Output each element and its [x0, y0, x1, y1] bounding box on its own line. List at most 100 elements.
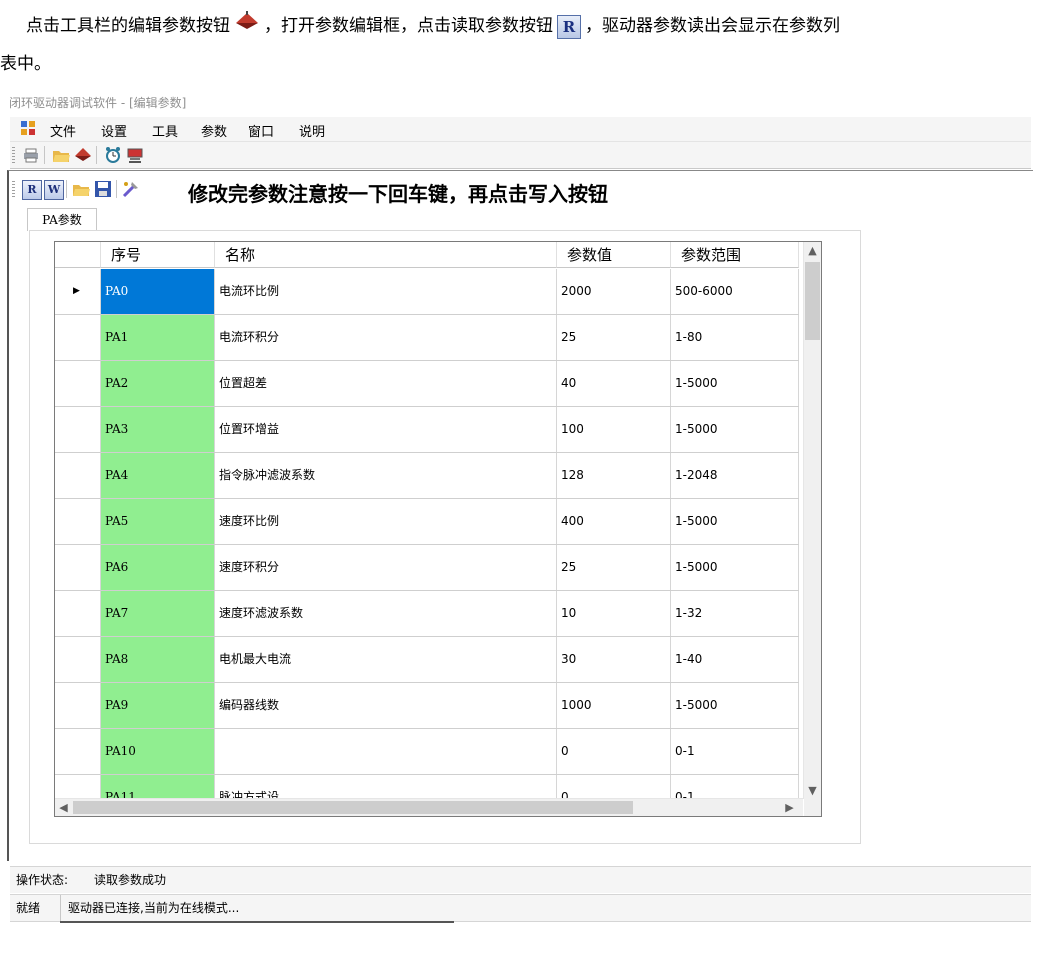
table-row[interactable]: PA7 速度环滤波系数 10 1-32: [55, 591, 799, 637]
toolbar-grip[interactable]: [12, 181, 15, 197]
cell-value[interactable]: 25: [557, 545, 671, 590]
save-icon[interactable]: [94, 180, 112, 198]
cell-id[interactable]: PA10: [101, 729, 215, 774]
cell-range[interactable]: 1-40: [671, 637, 799, 682]
column-header-name[interactable]: 名称: [215, 242, 557, 268]
cell-range[interactable]: 1-80: [671, 315, 799, 360]
cell-range[interactable]: 1-5000: [671, 683, 799, 728]
scroll-left-icon[interactable]: ◀: [55, 801, 72, 814]
write-params-button[interactable]: W: [44, 180, 64, 200]
cell-range[interactable]: 0-1: [671, 729, 799, 774]
row-header[interactable]: [55, 591, 101, 636]
cell-name[interactable]: 速度环滤波系数: [215, 591, 557, 636]
cell-value[interactable]: 128: [557, 453, 671, 498]
params-grid: 序号 名称 参数值 参数范围 ▶ PA0 电流环比例 2000 500-6000 PA1 电…: [54, 241, 822, 817]
cell-value[interactable]: 10: [557, 591, 671, 636]
vertical-scroll-thumb[interactable]: [805, 262, 820, 340]
row-header[interactable]: [55, 499, 101, 544]
row-header[interactable]: [55, 407, 101, 452]
table-row[interactable]: PA2 位置超差 40 1-5000: [55, 361, 799, 407]
cell-value[interactable]: 1000: [557, 683, 671, 728]
cell-name[interactable]: 电流环比例: [215, 269, 557, 314]
cell-range[interactable]: 500-6000: [671, 269, 799, 314]
cell-range[interactable]: 1-5000: [671, 545, 799, 590]
table-row[interactable]: PA1 电流环积分 25 1-80: [55, 315, 799, 361]
scroll-up-icon[interactable]: ▲: [804, 244, 821, 257]
menu-file[interactable]: 文件: [50, 121, 76, 140]
column-header-value[interactable]: 参数值: [557, 242, 671, 268]
row-header[interactable]: [55, 453, 101, 498]
scroll-right-icon[interactable]: ▶: [781, 801, 798, 814]
column-header-range[interactable]: 参数范围: [671, 242, 799, 268]
table-row[interactable]: PA6 速度环积分 25 1-5000: [55, 545, 799, 591]
cell-name[interactable]: 电流环积分: [215, 315, 557, 360]
row-header[interactable]: [55, 683, 101, 728]
menu-params[interactable]: 参数: [201, 121, 227, 140]
cell-range[interactable]: 1-5000: [671, 361, 799, 406]
table-row[interactable]: PA4 指令脉冲滤波系数 128 1-2048: [55, 453, 799, 499]
cell-range[interactable]: 1-2048: [671, 453, 799, 498]
cell-id[interactable]: PA5: [101, 499, 215, 544]
cell-name[interactable]: 编码器线数: [215, 683, 557, 728]
alarm-clock-icon[interactable]: [104, 146, 122, 164]
table-row[interactable]: PA8 电机最大电流 30 1-40: [55, 637, 799, 683]
cell-name[interactable]: 位置超差: [215, 361, 557, 406]
row-header[interactable]: [55, 315, 101, 360]
cell-id[interactable]: PA3: [101, 407, 215, 452]
cell-range[interactable]: 1-5000: [671, 499, 799, 544]
table-row[interactable]: PA10 0 0-1: [55, 729, 799, 775]
cell-value[interactable]: 100: [557, 407, 671, 452]
row-header[interactable]: ▶: [55, 269, 101, 314]
cell-value[interactable]: 30: [557, 637, 671, 682]
cell-name[interactable]: 速度环积分: [215, 545, 557, 590]
horizontal-scroll-thumb[interactable]: [73, 801, 633, 814]
cell-id[interactable]: PA2: [101, 361, 215, 406]
cell-id[interactable]: PA8: [101, 637, 215, 682]
column-header-id[interactable]: 序号: [101, 242, 215, 268]
table-row[interactable]: ▶ PA0 电流环比例 2000 500-6000: [55, 269, 799, 315]
open-folder-icon[interactable]: [72, 180, 90, 198]
cell-name[interactable]: 电机最大电流: [215, 637, 557, 682]
cell-name[interactable]: 位置环增益: [215, 407, 557, 452]
vertical-scrollbar[interactable]: ▲ ▼: [803, 242, 821, 799]
tab-pa-params[interactable]: PA参数: [27, 208, 97, 231]
read-params-icon: R: [557, 14, 581, 39]
cell-name[interactable]: 速度环比例: [215, 499, 557, 544]
menu-settings[interactable]: 设置: [101, 121, 127, 140]
cell-value[interactable]: 25: [557, 315, 671, 360]
cell-id[interactable]: PA4: [101, 453, 215, 498]
read-params-button[interactable]: R: [22, 180, 42, 200]
scroll-down-icon[interactable]: ▼: [804, 784, 821, 797]
cell-name[interactable]: [215, 729, 557, 774]
cell-value[interactable]: 2000: [557, 269, 671, 314]
cell-id[interactable]: PA6: [101, 545, 215, 590]
table-row[interactable]: PA5 速度环比例 400 1-5000: [55, 499, 799, 545]
horizontal-scrollbar[interactable]: ◀ ▶: [55, 798, 803, 816]
cell-value[interactable]: 400: [557, 499, 671, 544]
row-header[interactable]: [55, 545, 101, 590]
table-row[interactable]: PA3 位置环增益 100 1-5000: [55, 407, 799, 453]
menu-window[interactable]: 窗口: [248, 121, 274, 140]
cell-id[interactable]: PA7: [101, 591, 215, 636]
monitor-icon[interactable]: [126, 146, 144, 164]
cell-range[interactable]: 1-32: [671, 591, 799, 636]
open-folder-icon[interactable]: [52, 146, 70, 164]
cell-id[interactable]: PA9: [101, 683, 215, 728]
cell-id[interactable]: PA0: [101, 269, 215, 314]
table-row[interactable]: PA9 编码器线数 1000 1-5000: [55, 683, 799, 729]
operation-status-bar: 操作状态: 读取参数成功: [10, 866, 1031, 893]
menu-tools[interactable]: 工具: [152, 121, 178, 140]
cell-name[interactable]: 指令脉冲滤波系数: [215, 453, 557, 498]
cell-value[interactable]: 40: [557, 361, 671, 406]
cell-range[interactable]: 1-5000: [671, 407, 799, 452]
menu-help[interactable]: 说明: [299, 121, 325, 140]
tools-icon[interactable]: [122, 180, 140, 198]
edit-params-icon[interactable]: [74, 146, 92, 164]
row-header[interactable]: [55, 361, 101, 406]
row-header[interactable]: [55, 729, 101, 774]
cell-value[interactable]: 0: [557, 729, 671, 774]
print-icon[interactable]: [22, 146, 40, 164]
toolbar-grip[interactable]: [12, 147, 15, 163]
row-header[interactable]: [55, 637, 101, 682]
cell-id[interactable]: PA1: [101, 315, 215, 360]
